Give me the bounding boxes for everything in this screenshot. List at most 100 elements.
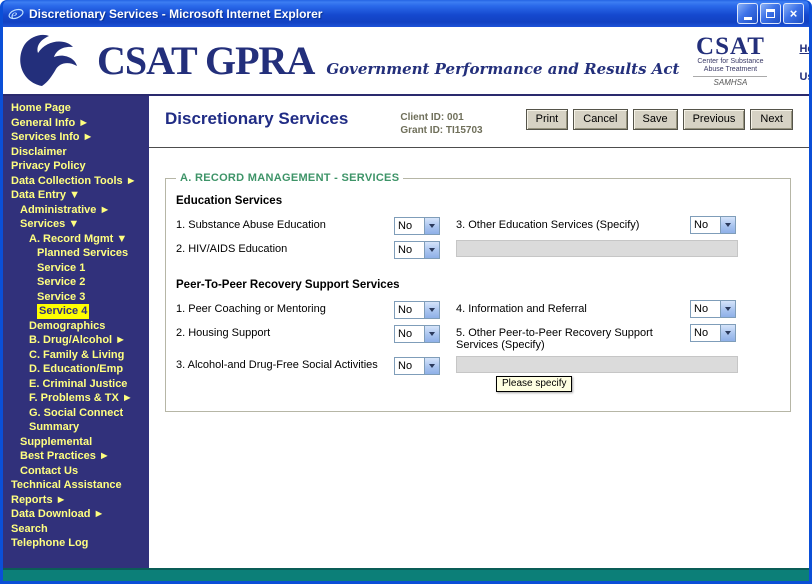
sidebar-item-disclaimer[interactable]: Disclaimer <box>11 145 67 160</box>
page-header: CSAT GPRA Government Performance and Res… <box>3 27 809 96</box>
sidebar-item-planned-services[interactable]: Planned Services <box>37 246 128 261</box>
grant-id-label: Grant ID: <box>400 125 443 136</box>
sidebar-item-education-emp[interactable]: D. Education/Emp <box>29 362 123 377</box>
csat-logo: CSAT Center for Substance Abuse Treatmen… <box>679 35 781 87</box>
sidebar-item-record-mgmt[interactable]: A. Record Mgmt ▼ <box>29 232 127 247</box>
sidebar-item-best-practices[interactable]: Best Practices ► <box>20 449 110 464</box>
client-id-value: 001 <box>447 112 464 123</box>
substance-abuse-education-label: 1. Substance Abuse Education <box>176 216 394 231</box>
sidebar-item-service-3[interactable]: Service 3 <box>37 290 85 305</box>
chevron-down-icon <box>720 325 735 341</box>
alcohol-drug-free-social-label: 3. Alcohol-and Drug-Free Social Activiti… <box>176 356 394 371</box>
sidebar-item-services[interactable]: Services ▼ <box>20 217 79 232</box>
select-value: No <box>395 328 424 340</box>
sidebar-item-data-collection-tools[interactable]: Data Collection Tools ► <box>11 174 137 189</box>
sidebar-item-services-info[interactable]: Services Info ► <box>11 130 93 145</box>
previous-button[interactable]: Previous <box>683 109 746 130</box>
select-value: No <box>691 327 720 339</box>
csat-logo-name: CSAT <box>679 35 781 58</box>
chevron-down-icon <box>424 218 439 234</box>
csat-logo-sub1: Center for Substance <box>679 58 781 66</box>
select-value: No <box>691 303 720 315</box>
sidebar-item-criminal-justice[interactable]: E. Criminal Justice <box>29 377 127 392</box>
record-management-fieldset: A. RECORD MANAGEMENT - SERVICES Educatio… <box>165 172 791 412</box>
grant-id-row: Grant ID: TI15703 <box>400 124 482 137</box>
other-peer-specify-input <box>456 356 738 373</box>
fieldset-legend: A. RECORD MANAGEMENT - SERVICES <box>176 172 403 184</box>
sidebar-item-search[interactable]: Search <box>11 522 48 537</box>
sidebar-item-supplemental[interactable]: Supplemental <box>20 435 92 450</box>
select-value: No <box>395 244 424 256</box>
sidebar-item-social-connect[interactable]: G. Social Connect <box>29 406 123 421</box>
sidebar-item-general-info[interactable]: General Info ► <box>11 116 89 131</box>
other-peer-recovery-label: 5. Other Peer-to-Peer Recovery Support S… <box>456 324 690 351</box>
chevron-down-icon <box>424 326 439 342</box>
chevron-down-icon <box>720 217 735 233</box>
hhs-logo <box>11 32 83 90</box>
substance-abuse-education-select[interactable]: No <box>394 217 440 235</box>
csat-logo-org: SAMHSA <box>693 76 767 87</box>
other-education-services-select[interactable]: No <box>690 216 736 234</box>
user-label: User: Christopher Shumway <box>799 71 809 83</box>
next-button[interactable]: Next <box>750 109 793 130</box>
client-grant-ids: Client ID: 001 Grant ID: TI15703 <box>400 109 482 137</box>
sidebar-item-technical-assistance[interactable]: Technical Assistance <box>11 478 122 493</box>
other-peer-recovery-select[interactable]: No <box>690 324 736 342</box>
chevron-down-icon <box>720 301 735 317</box>
help-link[interactable]: Help <box>799 43 809 55</box>
peer-coaching-label: 1. Peer Coaching or Mentoring <box>176 300 394 315</box>
page-title: Discretionary Services <box>165 109 348 129</box>
select-value: No <box>395 220 424 232</box>
brand-tagline: Government Performance and Results Act <box>326 60 679 78</box>
information-referral-label: 4. Information and Referral <box>456 300 690 315</box>
sidebar-item-reports[interactable]: Reports ► <box>11 493 67 508</box>
toolbar: Print Cancel Save Previous Next <box>526 109 793 130</box>
alcohol-drug-free-social-select[interactable]: No <box>394 357 440 375</box>
select-value: No <box>691 219 720 231</box>
main-content: Discretionary Services Client ID: 001 Gr… <box>149 96 809 568</box>
sidebar-item-family-living[interactable]: C. Family & Living <box>29 348 124 363</box>
sidebar-item-data-download[interactable]: Data Download ► <box>11 507 104 522</box>
content-header: Discretionary Services Client ID: 001 Gr… <box>149 96 809 148</box>
sidebar-item-administrative[interactable]: Administrative ► <box>20 203 110 218</box>
brand-title: CSAT GPRA <box>97 41 314 81</box>
sidebar-item-service-2[interactable]: Service 2 <box>37 275 85 290</box>
csat-logo-sub2: Abuse Treatment <box>679 66 781 74</box>
sidebar-item-telephone-log[interactable]: Telephone Log <box>11 536 88 551</box>
cancel-button[interactable]: Cancel <box>573 109 627 130</box>
sidebar-item-problems-tx[interactable]: F. Problems & TX ► <box>29 391 133 406</box>
save-button[interactable]: Save <box>633 109 678 130</box>
sidebar-item-privacy-policy[interactable]: Privacy Policy <box>11 159 86 174</box>
other-education-specify-input <box>456 240 738 257</box>
sidebar-item-service-4[interactable]: Service 4 <box>37 304 89 319</box>
housing-support-select[interactable]: No <box>394 325 440 343</box>
client-id-label: Client ID: <box>400 112 444 123</box>
chevron-down-icon <box>424 242 439 258</box>
sidebar-item-data-entry[interactable]: Data Entry ▼ <box>11 188 80 203</box>
hiv-aids-education-select[interactable]: No <box>394 241 440 259</box>
sidebar-item-demographics[interactable]: Demographics <box>29 319 105 334</box>
other-education-services-label: 3. Other Education Services (Specify) <box>456 216 690 231</box>
grant-id-value: TI15703 <box>446 125 483 136</box>
internet-explorer-icon: e <box>8 6 24 22</box>
sidebar-nav: Home Page General Info ► Services Info ►… <box>3 96 149 568</box>
maximize-button[interactable] <box>760 3 781 24</box>
minimize-button[interactable] <box>737 3 758 24</box>
sidebar-item-home-page[interactable]: Home Page <box>11 101 71 116</box>
please-specify-tooltip: Please specify <box>496 376 572 392</box>
education-services-heading: Education Services <box>176 195 780 207</box>
information-referral-select[interactable]: No <box>690 300 736 318</box>
peer-coaching-select[interactable]: No <box>394 301 440 319</box>
sidebar-item-summary[interactable]: Summary <box>29 420 79 435</box>
sidebar-item-contact-us[interactable]: Contact Us <box>20 464 78 479</box>
window-title: Discretionary Services - Microsoft Inter… <box>29 7 732 21</box>
sidebar-item-drug-alcohol[interactable]: B. Drug/Alcohol ► <box>29 333 126 348</box>
title-bar: e Discretionary Services - Microsoft Int… <box>3 0 809 27</box>
print-button[interactable]: Print <box>526 109 569 130</box>
sidebar-item-service-1[interactable]: Service 1 <box>37 261 85 276</box>
close-button[interactable]: × <box>783 3 804 24</box>
chevron-down-icon <box>424 302 439 318</box>
browser-window: e Discretionary Services - Microsoft Int… <box>0 0 812 584</box>
client-id-row: Client ID: 001 <box>400 111 482 124</box>
hiv-aids-education-label: 2. HIV/AIDS Education <box>176 240 394 255</box>
